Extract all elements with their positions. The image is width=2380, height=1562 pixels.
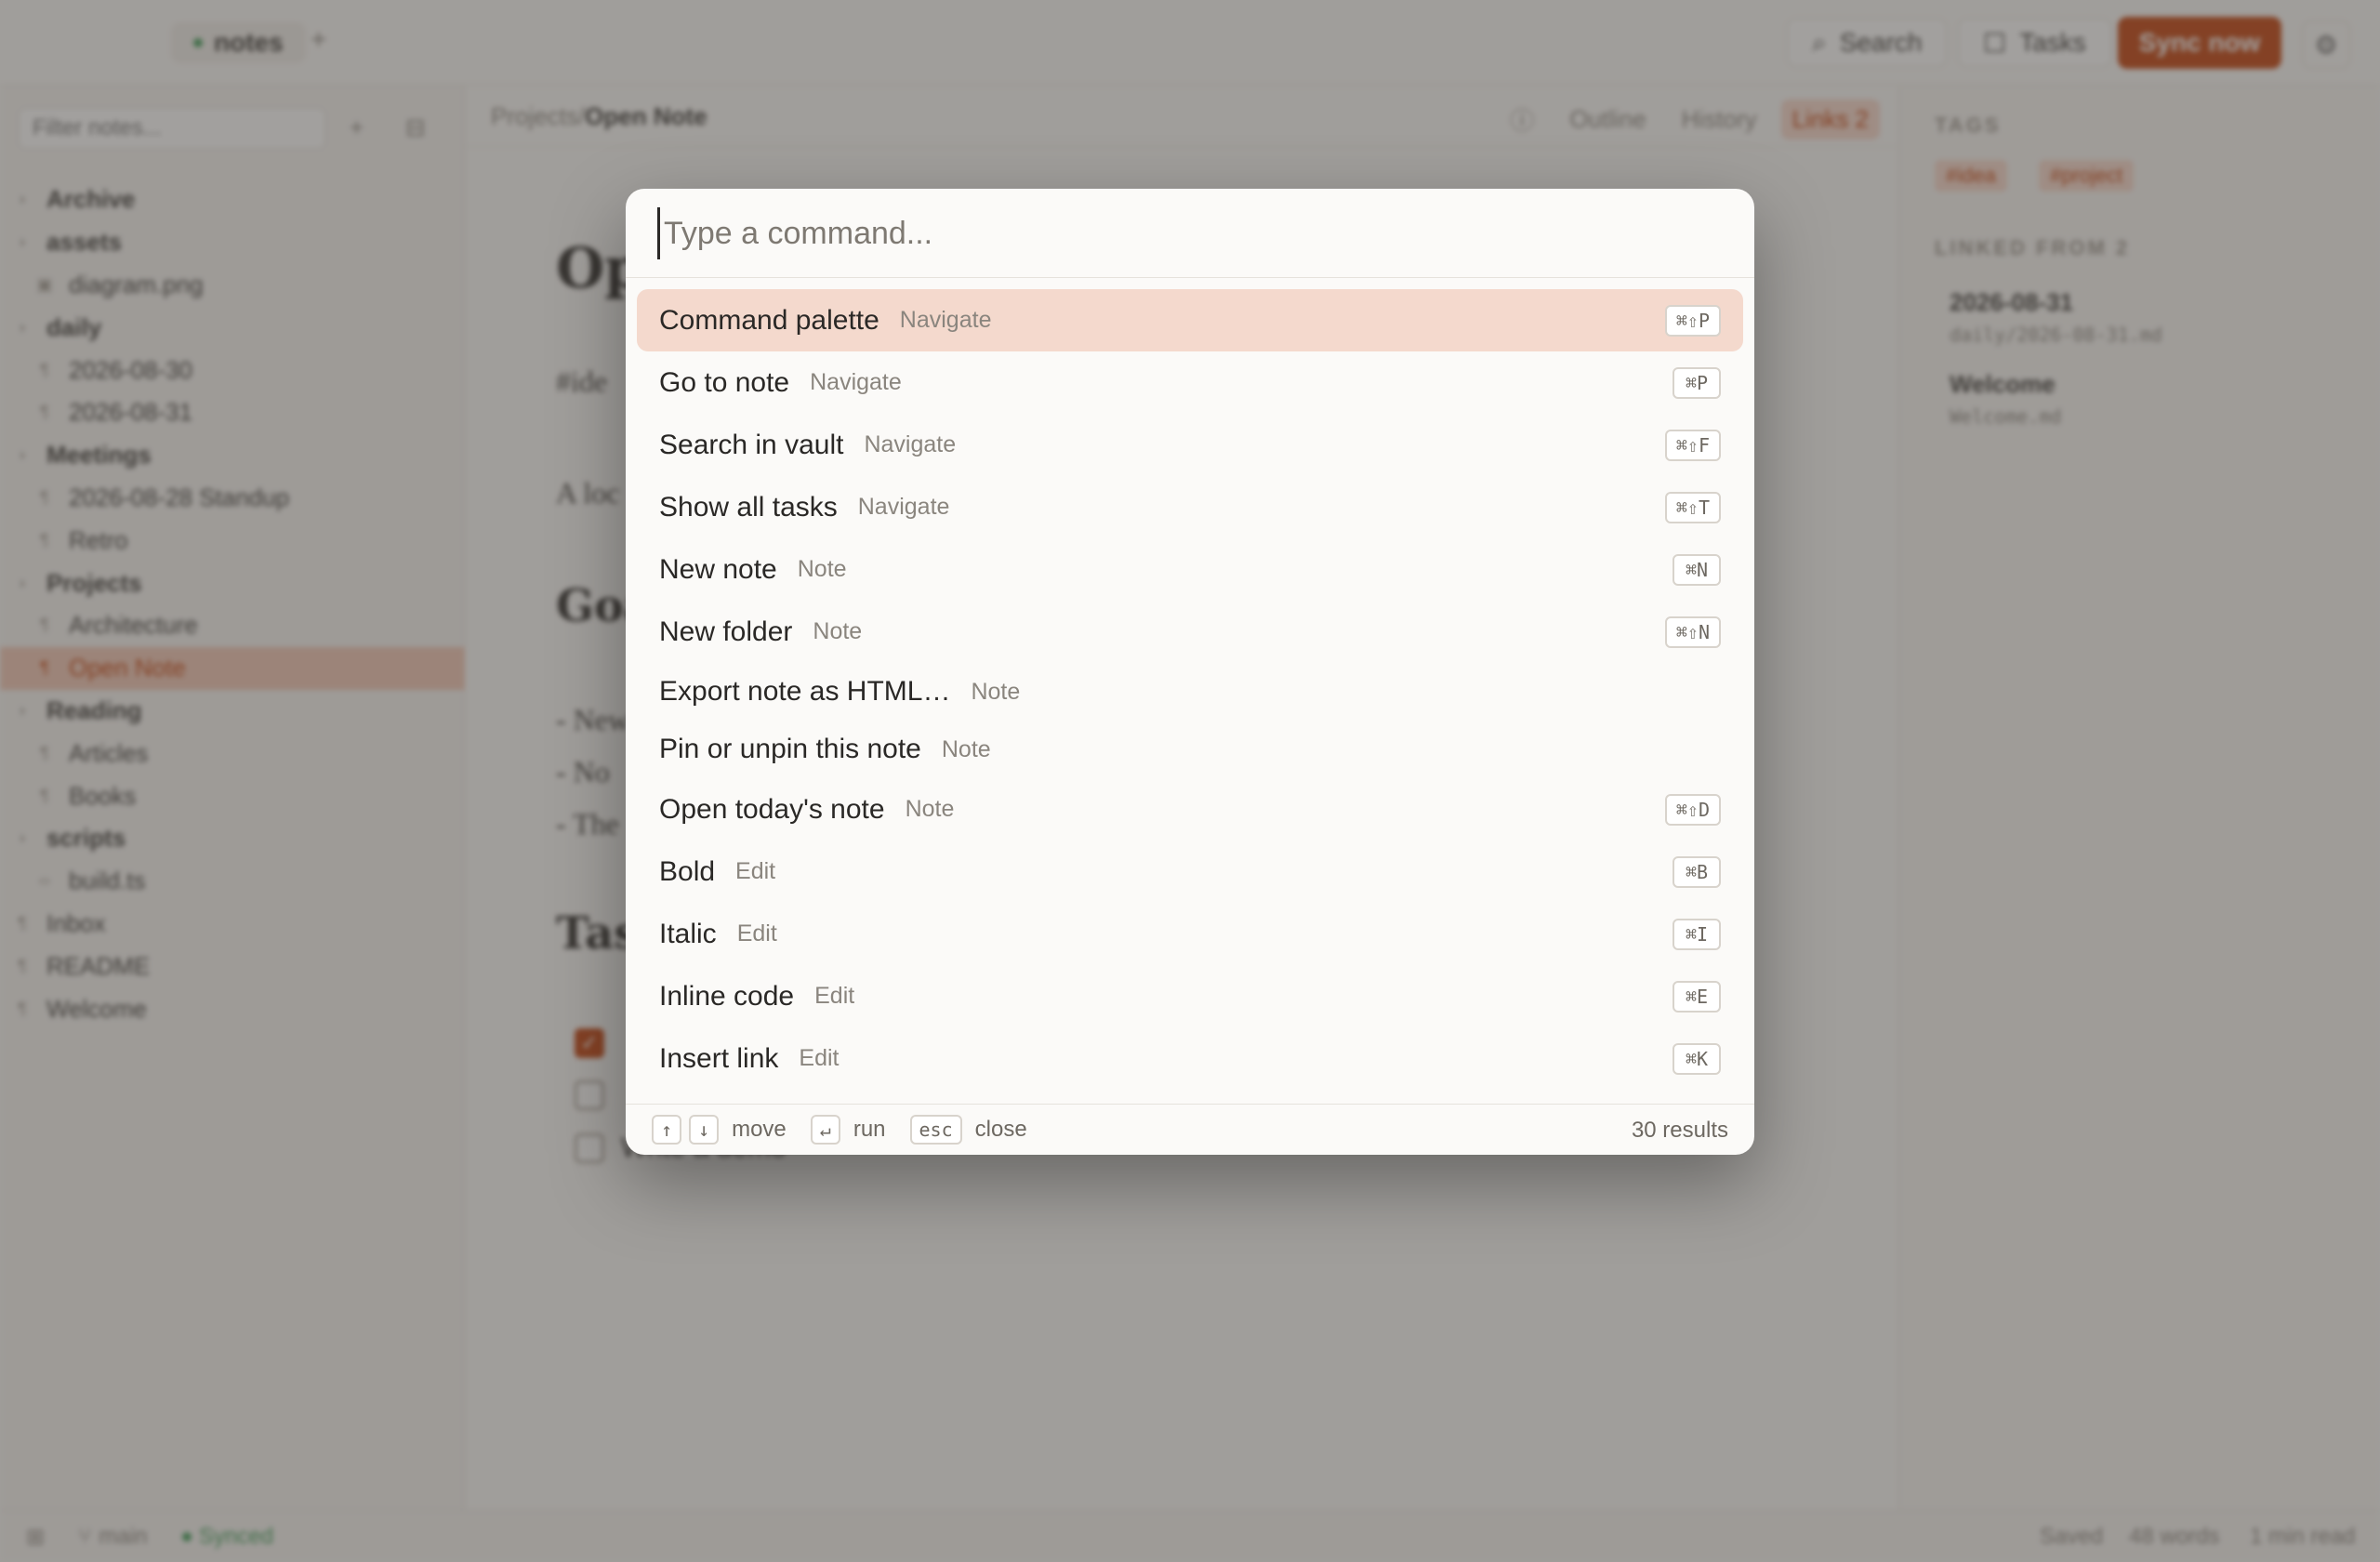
- command-label: New folder: [659, 616, 793, 647]
- shortcut-badge: ⌘⇧N: [1664, 616, 1721, 648]
- command-item[interactable]: Pin or unpin this note Note: [637, 721, 1743, 778]
- shortcut-badge: ⌘P: [1673, 366, 1721, 399]
- enter-key: ↵: [810, 1115, 840, 1145]
- command-category: Navigate: [899, 307, 992, 333]
- command-item[interactable]: Export note as HTML… Note: [637, 663, 1743, 721]
- shortcut-badge: ⌘I: [1673, 918, 1721, 950]
- command-category: Note: [971, 678, 1021, 705]
- command-label: Open today's note: [659, 793, 885, 825]
- command-item[interactable]: Italic Edit ⌘I: [637, 903, 1743, 965]
- command-category: Edit: [799, 1045, 840, 1071]
- shortcut-badge: ⌘E: [1673, 980, 1721, 1013]
- command-label: Go to note: [659, 366, 790, 398]
- command-label: Insert link: [659, 1042, 779, 1074]
- shortcut-badge: ⌘⇧P: [1664, 304, 1721, 337]
- command-item[interactable]: Search in vault Navigate ⌘⇧F: [637, 414, 1743, 476]
- command-label: New note: [659, 553, 777, 585]
- command-item[interactable]: New note Note ⌘N: [637, 538, 1743, 601]
- shortcut-badge: ⌘K: [1673, 1042, 1721, 1075]
- command-label: Show all tasks: [659, 491, 838, 523]
- shortcut-badge: ⌘⇧D: [1664, 793, 1721, 826]
- run-hint: run: [853, 1117, 886, 1142]
- move-hint: move: [732, 1117, 787, 1142]
- command-item[interactable]: Show all tasks Navigate ⌘⇧T: [637, 476, 1743, 538]
- command-item[interactable]: Open today's note Note ⌘⇧D: [637, 778, 1743, 841]
- command-category: Navigate: [864, 431, 957, 457]
- command-label: Italic: [659, 918, 717, 949]
- command-label: Bold: [659, 855, 716, 887]
- command-item[interactable]: Bold Edit ⌘B: [637, 841, 1743, 903]
- command-item[interactable]: Inline code Edit ⌘E: [637, 965, 1743, 1027]
- shortcut-badge: ⌘⇧F: [1664, 429, 1721, 461]
- command-label: Command palette: [659, 304, 879, 336]
- command-input-row: [626, 189, 1754, 278]
- command-item[interactable]: Go to note Navigate ⌘P: [637, 351, 1743, 414]
- command-input[interactable]: [657, 207, 1717, 259]
- command-category: Note: [797, 556, 847, 582]
- command-item[interactable]: New folder Note ⌘⇧N: [637, 601, 1743, 663]
- command-category: Edit: [736, 920, 777, 946]
- shortcut-badge: ⌘B: [1673, 855, 1721, 888]
- command-category: Edit: [735, 858, 776, 884]
- command-list: Command palette Navigate ⌘⇧P Go to note Navi…: [637, 289, 1743, 1090]
- command-category: Note: [941, 735, 991, 762]
- results-count: 30 results: [1631, 1118, 1728, 1143]
- close-hint: close: [974, 1117, 1027, 1142]
- command-label: Search in vault: [659, 429, 844, 460]
- command-label: Inline code: [659, 980, 795, 1012]
- shortcut-badge: ⌘⇧T: [1664, 491, 1721, 523]
- palette-footer: ↑ ↓ move ↵ run esc close 30 results: [626, 1104, 1754, 1155]
- command-item[interactable]: Insert link Edit ⌘K: [637, 1027, 1743, 1090]
- esc-key: esc: [909, 1115, 962, 1145]
- command-category: Edit: [814, 983, 855, 1009]
- shortcut-badge: ⌘N: [1673, 553, 1721, 586]
- command-category: Note: [813, 618, 863, 644]
- command-item[interactable]: Command palette Navigate ⌘⇧P: [637, 289, 1743, 351]
- command-category: Navigate: [857, 494, 950, 520]
- command-label: Pin or unpin this note: [659, 734, 921, 764]
- down-key: ↓: [689, 1115, 720, 1145]
- command-palette: Command palette Navigate ⌘⇧P Go to note Navi…: [626, 189, 1754, 1155]
- command-category: Navigate: [810, 369, 902, 395]
- command-category: Note: [905, 796, 955, 822]
- up-key: ↑: [652, 1115, 682, 1145]
- command-label: Export note as HTML…: [659, 676, 951, 707]
